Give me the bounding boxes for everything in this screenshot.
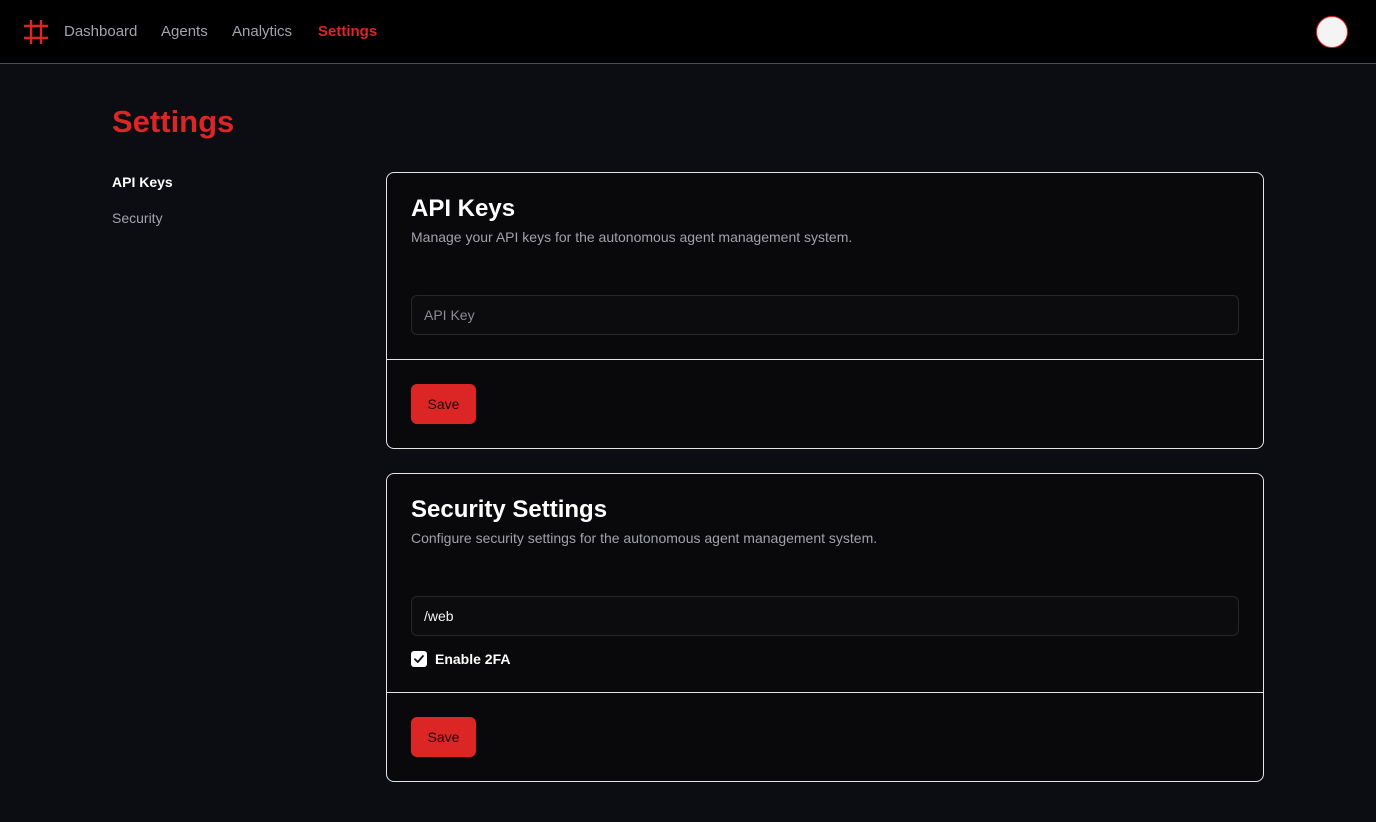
- top-nav: Dashboard Agents Analytics Settings: [0, 0, 1376, 64]
- security-path-input[interactable]: [411, 596, 1239, 636]
- avatar[interactable]: [1316, 16, 1348, 48]
- sidebar-item-security[interactable]: Security: [112, 208, 163, 228]
- enable-2fa-checkbox[interactable]: [411, 651, 427, 667]
- sidebar-item-api-keys[interactable]: API Keys: [112, 172, 173, 192]
- nav-dashboard[interactable]: Dashboard: [64, 22, 137, 42]
- nav-analytics[interactable]: Analytics: [232, 22, 292, 42]
- card-divider: [387, 359, 1263, 360]
- security-save-button[interactable]: Save: [411, 717, 476, 757]
- nav-settings[interactable]: Settings: [318, 22, 377, 42]
- api-keys-card-title: API Keys: [411, 195, 516, 222]
- security-settings-card: Security Settings Configure security set…: [386, 473, 1264, 782]
- security-card-description: Configure security settings for the auto…: [411, 530, 878, 546]
- api-key-input[interactable]: [411, 295, 1239, 335]
- api-keys-card: API Keys Manage your API keys for the au…: [386, 172, 1264, 449]
- security-card-title: Security Settings: [411, 496, 608, 523]
- card-divider: [387, 692, 1263, 693]
- nav-agents[interactable]: Agents: [161, 22, 208, 42]
- check-icon: [414, 655, 424, 663]
- page-title: Settings: [112, 104, 235, 139]
- hash-grid-icon[interactable]: [24, 20, 48, 44]
- api-keys-card-description: Manage your API keys for the autonomous …: [411, 229, 853, 245]
- api-keys-save-button[interactable]: Save: [411, 384, 476, 424]
- enable-2fa-option[interactable]: Enable 2FA: [411, 651, 510, 667]
- enable-2fa-label: Enable 2FA: [435, 651, 511, 667]
